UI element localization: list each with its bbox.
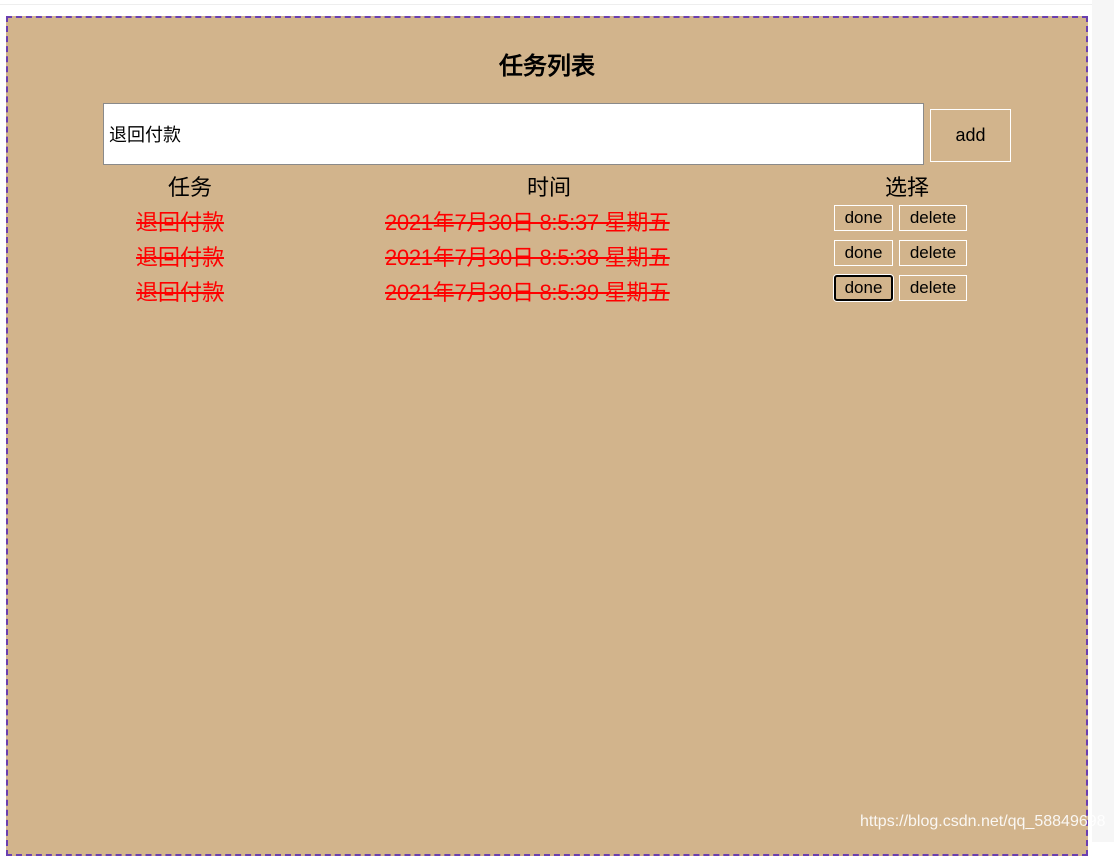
column-header-choice: 选择 (885, 175, 930, 200)
task-input[interactable] (103, 103, 924, 165)
column-header-time: 时间 (527, 175, 572, 200)
task-time: 2021年7月30日 8:5:37 星期五 (385, 210, 670, 235)
done-button[interactable]: done (834, 205, 893, 231)
add-button[interactable]: add (930, 109, 1011, 162)
watermark-text: https://blog.csdn.net/qq_58849698 (860, 813, 1106, 830)
done-button[interactable]: done (834, 275, 893, 301)
task-name: 退回付款 (136, 280, 225, 305)
task-time: 2021年7月30日 8:5:38 星期五 (385, 245, 670, 270)
delete-button[interactable]: delete (899, 240, 967, 266)
table-row: 退回付款 2021年7月30日 8:5:38 星期五 done delete (8, 238, 1086, 273)
task-name: 退回付款 (136, 210, 225, 235)
todo-panel: 任务列表 add 任务 时间 选择 退回付款 2021年7月30日 8:5:37… (6, 16, 1088, 856)
page-title: 任务列表 (499, 53, 595, 80)
top-divider (0, 4, 1114, 5)
page-scrollbar[interactable] (1092, 0, 1114, 842)
task-time: 2021年7月30日 8:5:39 星期五 (385, 280, 670, 305)
task-name: 退回付款 (136, 245, 225, 270)
delete-button[interactable]: delete (899, 205, 967, 231)
table-row: 退回付款 2021年7月30日 8:5:39 星期五 done delete (8, 273, 1086, 308)
column-header-task: 任务 (168, 175, 213, 200)
done-button[interactable]: done (834, 240, 893, 266)
delete-button[interactable]: delete (899, 275, 967, 301)
table-row: 退回付款 2021年7月30日 8:5:37 星期五 done delete (8, 203, 1086, 238)
